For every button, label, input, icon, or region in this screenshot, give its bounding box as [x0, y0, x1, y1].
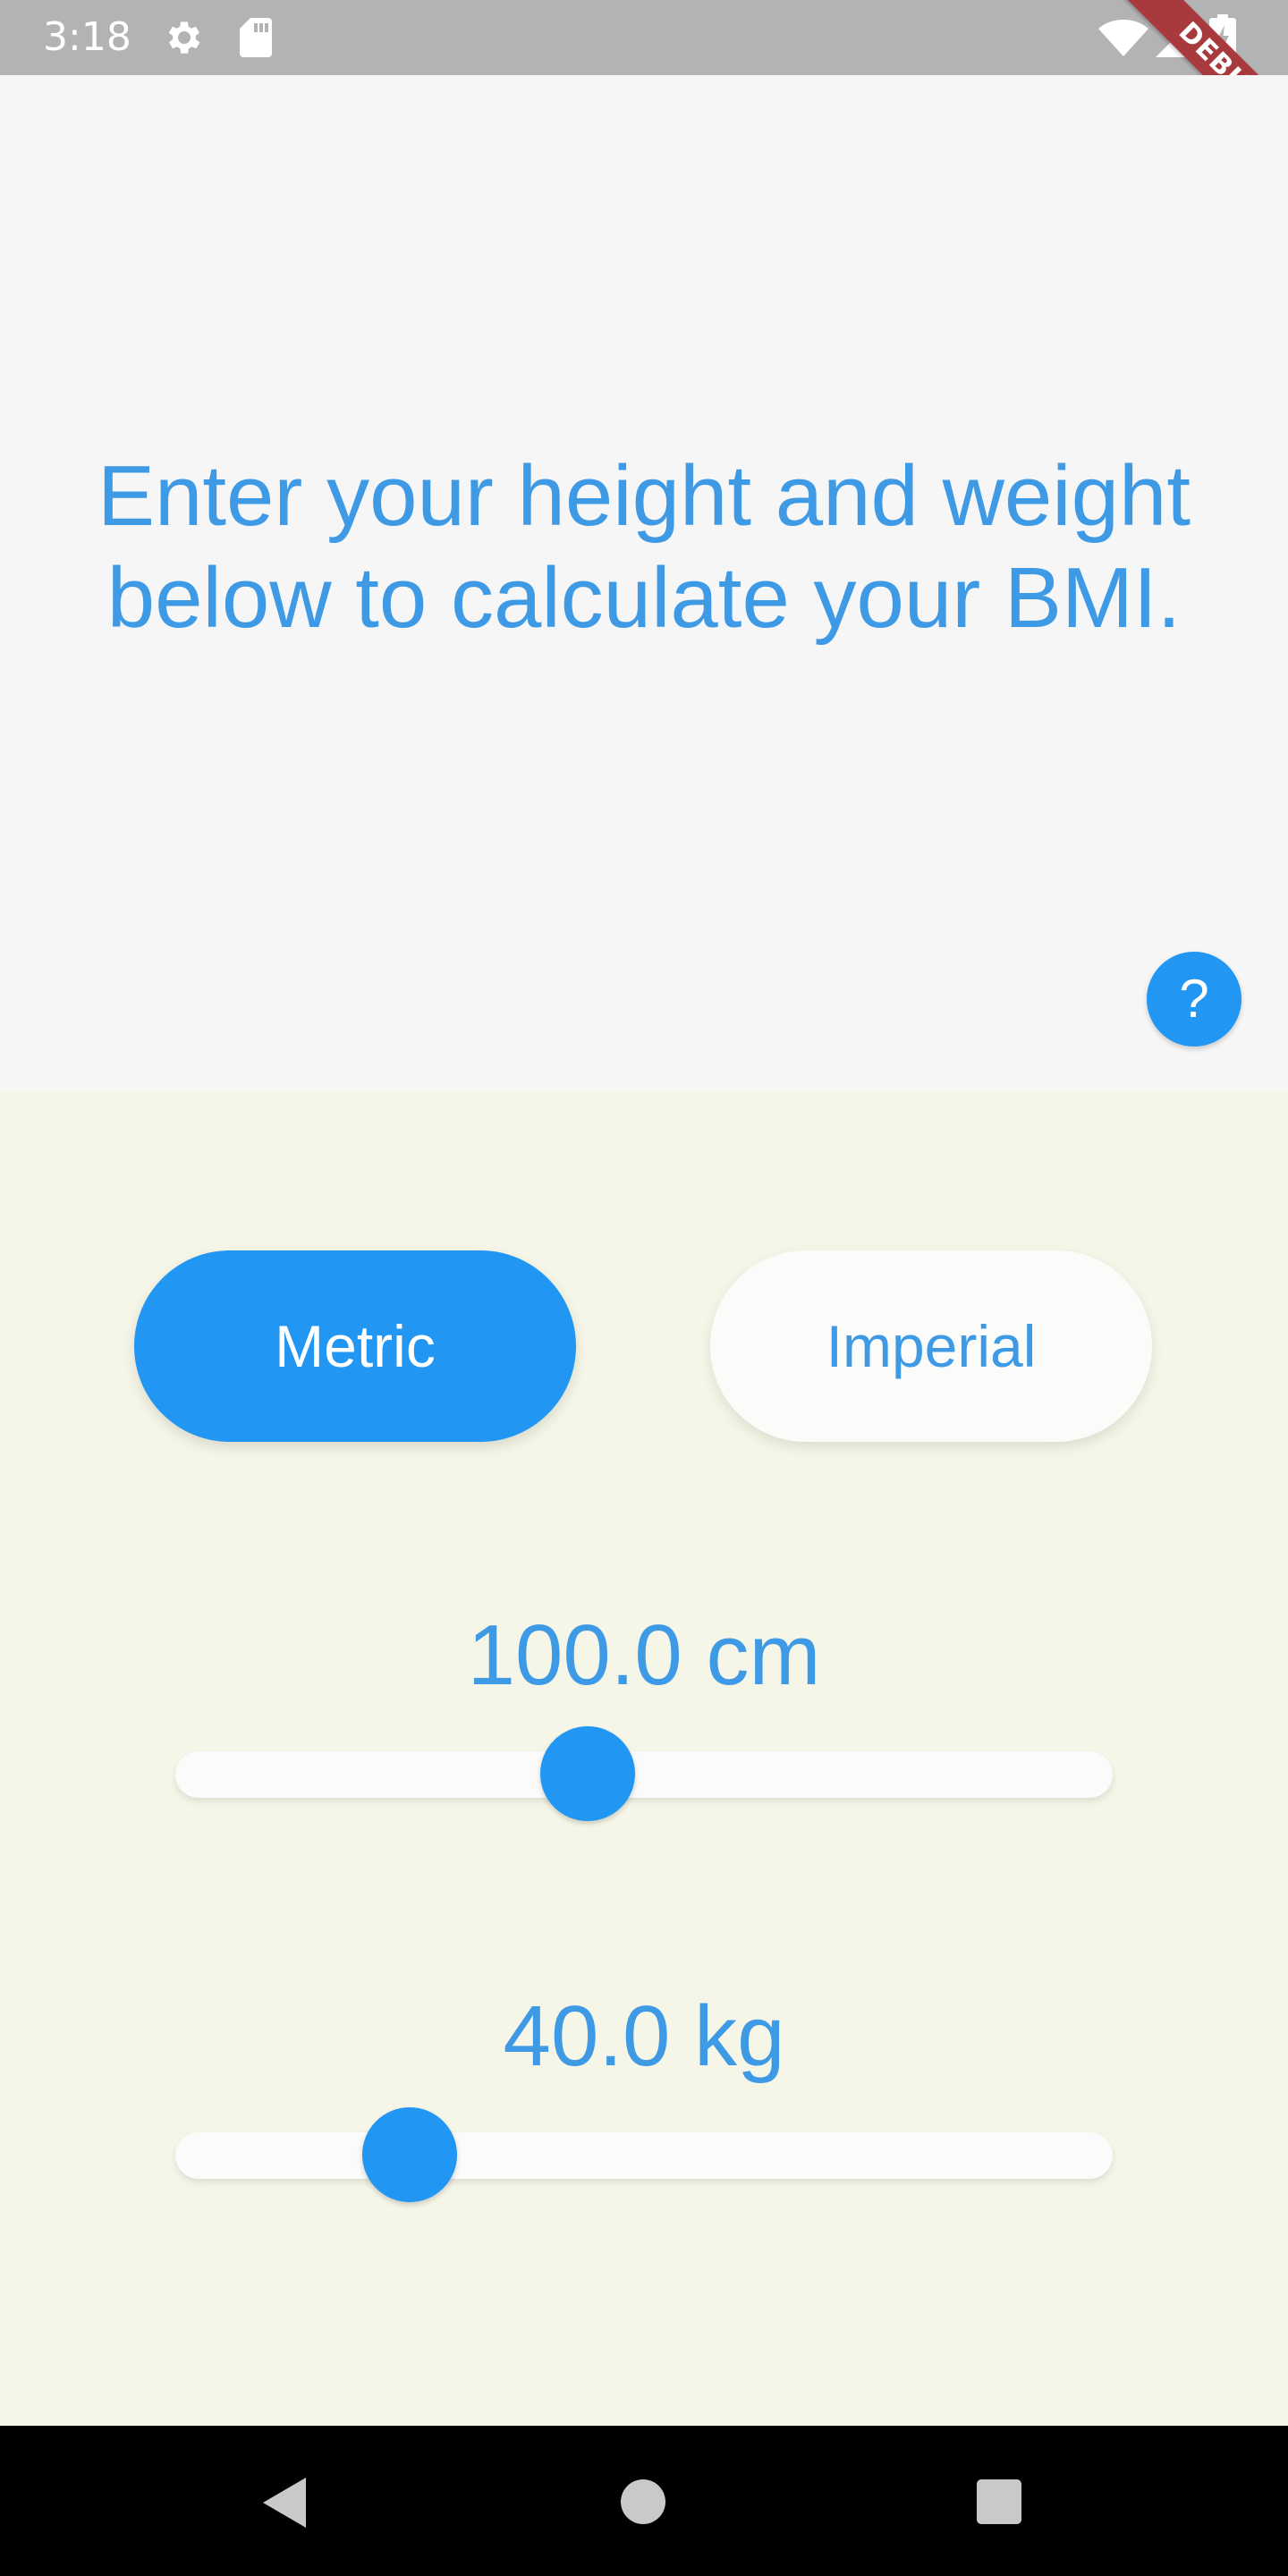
weight-slider-thumb[interactable] — [362, 2107, 457, 2202]
battery-charging-icon — [1209, 14, 1236, 61]
navigation-bar — [0, 2426, 1288, 2576]
wifi-icon — [1098, 20, 1148, 56]
height-slider[interactable] — [175, 1726, 1113, 1821]
gear-icon — [168, 21, 200, 54]
imperial-button[interactable]: Imperial — [710, 1250, 1152, 1442]
help-button[interactable]: ? — [1147, 952, 1241, 1046]
height-value-label: 100.0 cm — [467, 1607, 821, 1703]
weight-slider[interactable] — [175, 2107, 1113, 2202]
recents-icon[interactable] — [977, 2479, 1021, 2524]
back-icon[interactable] — [259, 2476, 309, 2529]
intro-text: Enter your height and weight below to ca… — [97, 448, 1191, 646]
signal-icon — [1156, 18, 1195, 57]
intro-section: Enter your height and weight below to ca… — [0, 75, 1288, 1091]
input-section: Metric Imperial 100.0 cm 40.0 kg — [0, 1091, 1288, 2426]
home-icon[interactable] — [621, 2479, 665, 2524]
help-icon: ? — [1179, 969, 1209, 1029]
sd-card-icon — [240, 18, 272, 57]
status-time: 3:18 — [43, 14, 131, 60]
metric-button[interactable]: Metric — [134, 1250, 576, 1442]
status-bar: 3:18 — [0, 0, 1288, 75]
bmi-calculator-screen: 3:18 DEBUG Enter your height and weight … — [0, 0, 1288, 2576]
height-slider-thumb[interactable] — [540, 1726, 636, 1821]
weight-value-label: 40.0 kg — [503, 1988, 785, 2084]
